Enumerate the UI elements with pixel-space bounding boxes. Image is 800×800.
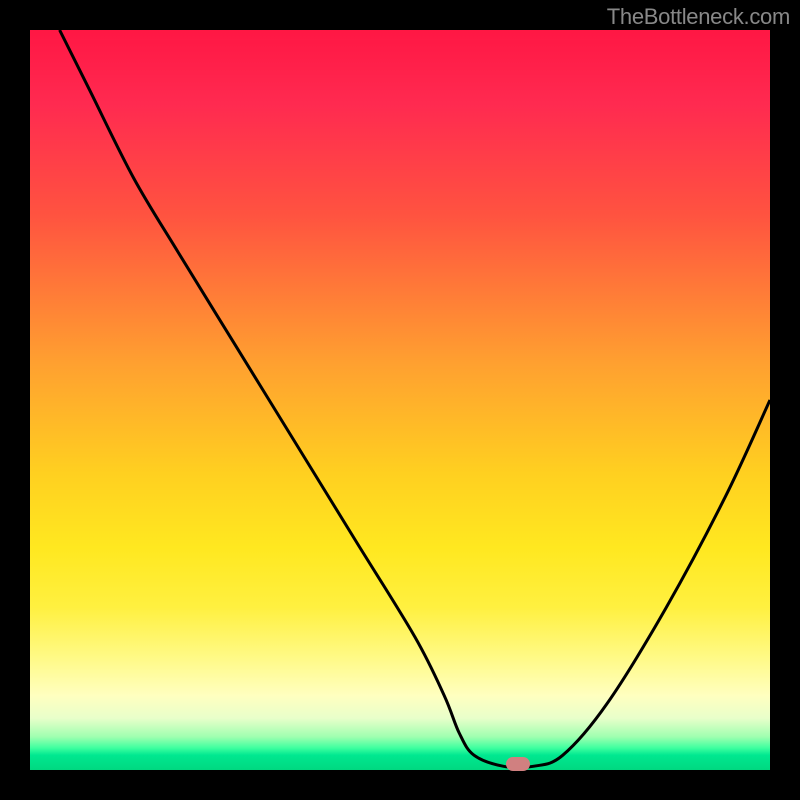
chart-plot-area bbox=[30, 30, 770, 770]
bottleneck-curve bbox=[30, 30, 770, 770]
curve-line bbox=[60, 30, 770, 768]
watermark-text: TheBottleneck.com bbox=[607, 4, 790, 30]
optimal-marker bbox=[506, 757, 530, 771]
